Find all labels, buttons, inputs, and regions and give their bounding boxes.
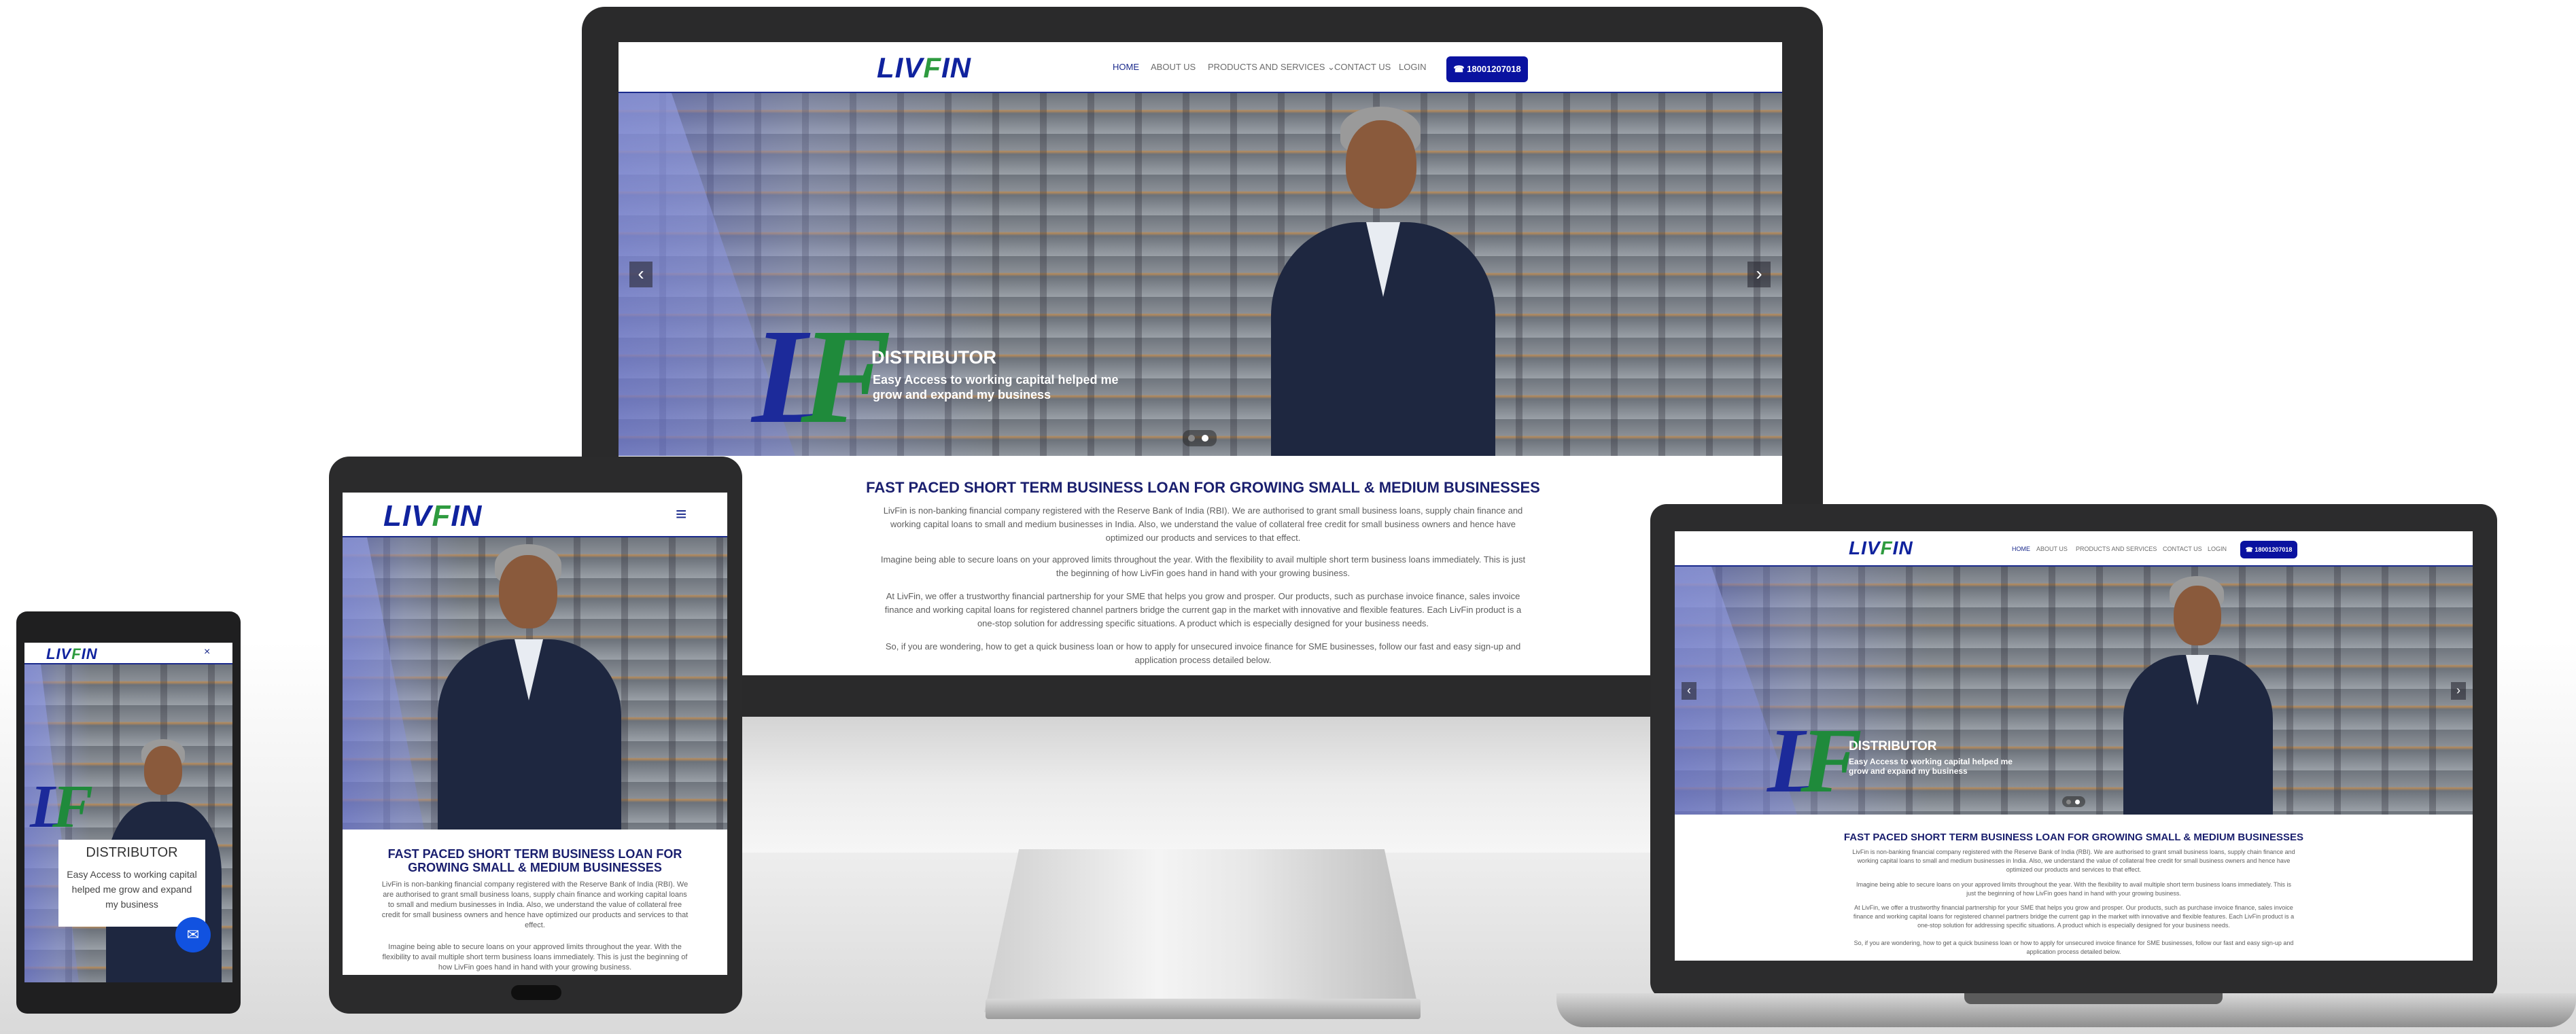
laptop-slider-dots bbox=[2062, 796, 2085, 807]
content-paragraph-1: LivFin is non-banking financial company … bbox=[883, 505, 1523, 543]
tablet-screen: LIVFIN ≡ FAST PACED SHORT TERM BUSINESS … bbox=[343, 493, 727, 975]
nav-login[interactable]: LOGIN bbox=[1399, 62, 1426, 72]
laptop-phone-number: 18001207018 bbox=[2255, 546, 2293, 553]
phone-navbar: LIVFIN × bbox=[24, 643, 232, 664]
chat-icon: ✉ bbox=[186, 926, 200, 943]
nav-contact[interactable]: CONTACT US bbox=[1334, 62, 1391, 72]
phone-lf-mark: LF bbox=[30, 773, 94, 840]
monitor-base bbox=[986, 999, 1421, 1019]
laptop-nav-home[interactable]: HOME bbox=[2012, 546, 2030, 552]
content-paragraph-4: So, if you are wondering, how to get a q… bbox=[885, 641, 1521, 665]
phone-slide-card: DISTRIBUTOR Easy Access to working capit… bbox=[58, 840, 205, 927]
laptop-slider-dot-2[interactable] bbox=[2075, 800, 2080, 804]
laptop-nav-login[interactable]: LOGIN bbox=[2208, 546, 2227, 552]
slider-dot-1[interactable] bbox=[1188, 435, 1195, 442]
phone-number: 18001207018 bbox=[1467, 64, 1521, 74]
laptop-slide-title: DISTRIBUTOR bbox=[1849, 739, 1937, 753]
laptop-hero-slider: LF DISTRIBUTOR Easy Access to working ca… bbox=[1675, 567, 2473, 815]
laptop-slider-next[interactable]: › bbox=[2451, 682, 2466, 700]
chat-button[interactable]: ✉ bbox=[175, 917, 211, 952]
laptop-paragraph-4: So, if you are wondering, how to get a q… bbox=[1853, 940, 2294, 955]
nav-products[interactable]: PRODUCTS AND SERVICES ⌄ bbox=[1208, 62, 1335, 73]
laptop-logo[interactable]: LIVFIN bbox=[1849, 537, 1913, 559]
tablet-hero-image bbox=[343, 537, 727, 830]
laptop-slide-subtitle: Easy Access to working capital helped me… bbox=[1849, 757, 2013, 776]
tablet-paragraph-2: Imagine being able to secure loans on yo… bbox=[382, 943, 688, 971]
phone-logo[interactable]: LIVFIN bbox=[46, 645, 98, 663]
monitor-stand bbox=[727, 717, 1679, 853]
laptop-nav-products[interactable]: PRODUCTS AND SERVICES bbox=[2076, 546, 2157, 552]
laptop-lf-mark: LF bbox=[1767, 710, 1862, 812]
laptop-content-title: FAST PACED SHORT TERM BUSINESS LOAN FOR … bbox=[1843, 832, 2304, 843]
content-title: FAST PACED SHORT TERM BUSINESS LOAN FOR … bbox=[866, 479, 1540, 496]
tablet-logo[interactable]: LIVFIN bbox=[383, 499, 482, 533]
nav-home[interactable]: HOME bbox=[1113, 62, 1139, 72]
laptop-paragraph-2: Imagine being able to secure loans on yo… bbox=[1856, 881, 2291, 897]
laptop-nav-contact[interactable]: CONTACT US bbox=[2163, 546, 2202, 552]
desktop-logo[interactable]: LIVFIN bbox=[877, 52, 971, 84]
phone-screen: LIVFIN × LF DISTRIBUTOR Easy Access to w… bbox=[24, 643, 232, 982]
phone-slide-subtitle: Easy Access to working capital helped me… bbox=[67, 869, 197, 910]
chevron-right-icon: › bbox=[2456, 683, 2460, 697]
laptop-paragraph-3: At LivFin, we offer a trustworthy financ… bbox=[1853, 904, 2295, 929]
desktop-navbar: LIVFIN HOME ABOUT US PRODUCTS AND SERVIC… bbox=[619, 42, 1782, 93]
laptop-phone-button[interactable]: ☎ 18001207018 bbox=[2240, 541, 2297, 558]
tablet-hero-wedge bbox=[343, 537, 424, 830]
laptop-notch bbox=[1964, 993, 2223, 1004]
laptop-nav-about[interactable]: ABOUT US bbox=[2036, 546, 2068, 552]
slide-subtitle: Easy Access to working capital helped me… bbox=[873, 373, 1119, 402]
close-icon[interactable]: × bbox=[204, 646, 210, 658]
laptop-person-image bbox=[2123, 576, 2273, 815]
hero-person-image bbox=[1271, 107, 1495, 456]
slide-title: DISTRIBUTOR bbox=[871, 347, 997, 368]
tablet-navbar: LIVFIN ≡ bbox=[343, 493, 727, 537]
nav-products-label: PRODUCTS AND SERVICES bbox=[1208, 62, 1325, 72]
laptop-slider-dot-1[interactable] bbox=[2066, 800, 2071, 804]
chevron-left-icon: ‹ bbox=[638, 263, 644, 284]
laptop-slider-prev[interactable]: ‹ bbox=[1682, 682, 1696, 700]
nav-about[interactable]: ABOUT US bbox=[1151, 62, 1196, 72]
slider-dot-2[interactable] bbox=[1202, 435, 1208, 442]
desktop-hero-slider: LF DISTRIBUTOR Easy Access to working ca… bbox=[619, 93, 1782, 456]
desktop-screen: LIVFIN HOME ABOUT US PRODUCTS AND SERVIC… bbox=[619, 42, 1782, 675]
phone-icon: ☎ bbox=[2245, 546, 2253, 553]
phone-slide-title: DISTRIBUTOR bbox=[86, 845, 178, 860]
chevron-right-icon: › bbox=[1756, 263, 1762, 284]
tablet-home-button bbox=[511, 985, 561, 1000]
phone-button[interactable]: ☎ 18001207018 bbox=[1446, 56, 1528, 82]
monitor-neck bbox=[984, 849, 1419, 1012]
tablet-person-image bbox=[438, 544, 621, 830]
tablet-paragraph-1: LivFin is non-banking financial company … bbox=[381, 880, 689, 929]
slider-next-arrow[interactable]: › bbox=[1747, 262, 1771, 287]
chevron-left-icon: ‹ bbox=[1687, 683, 1691, 697]
content-paragraph-3: At LivFin, we offer a trustworthy financ… bbox=[884, 591, 1522, 628]
content-paragraph-2: Imagine being able to secure loans on yo… bbox=[880, 554, 1526, 578]
laptop-paragraph-1: LivFin is non-banking financial company … bbox=[1852, 849, 2295, 873]
tablet-content-title: FAST PACED SHORT TERM BUSINESS LOAN FOR … bbox=[387, 847, 682, 874]
hamburger-menu-icon[interactable]: ≡ bbox=[676, 503, 686, 525]
laptop-navbar: LIVFIN HOME ABOUT US PRODUCTS AND SERVIC… bbox=[1675, 531, 2473, 567]
slider-dots bbox=[1183, 430, 1217, 446]
laptop-screen: LIVFIN HOME ABOUT US PRODUCTS AND SERVIC… bbox=[1675, 531, 2473, 961]
slider-prev-arrow[interactable]: ‹ bbox=[629, 262, 652, 287]
lf-brand-mark: LF bbox=[752, 302, 892, 452]
phone-icon: ☎ bbox=[1453, 64, 1465, 74]
